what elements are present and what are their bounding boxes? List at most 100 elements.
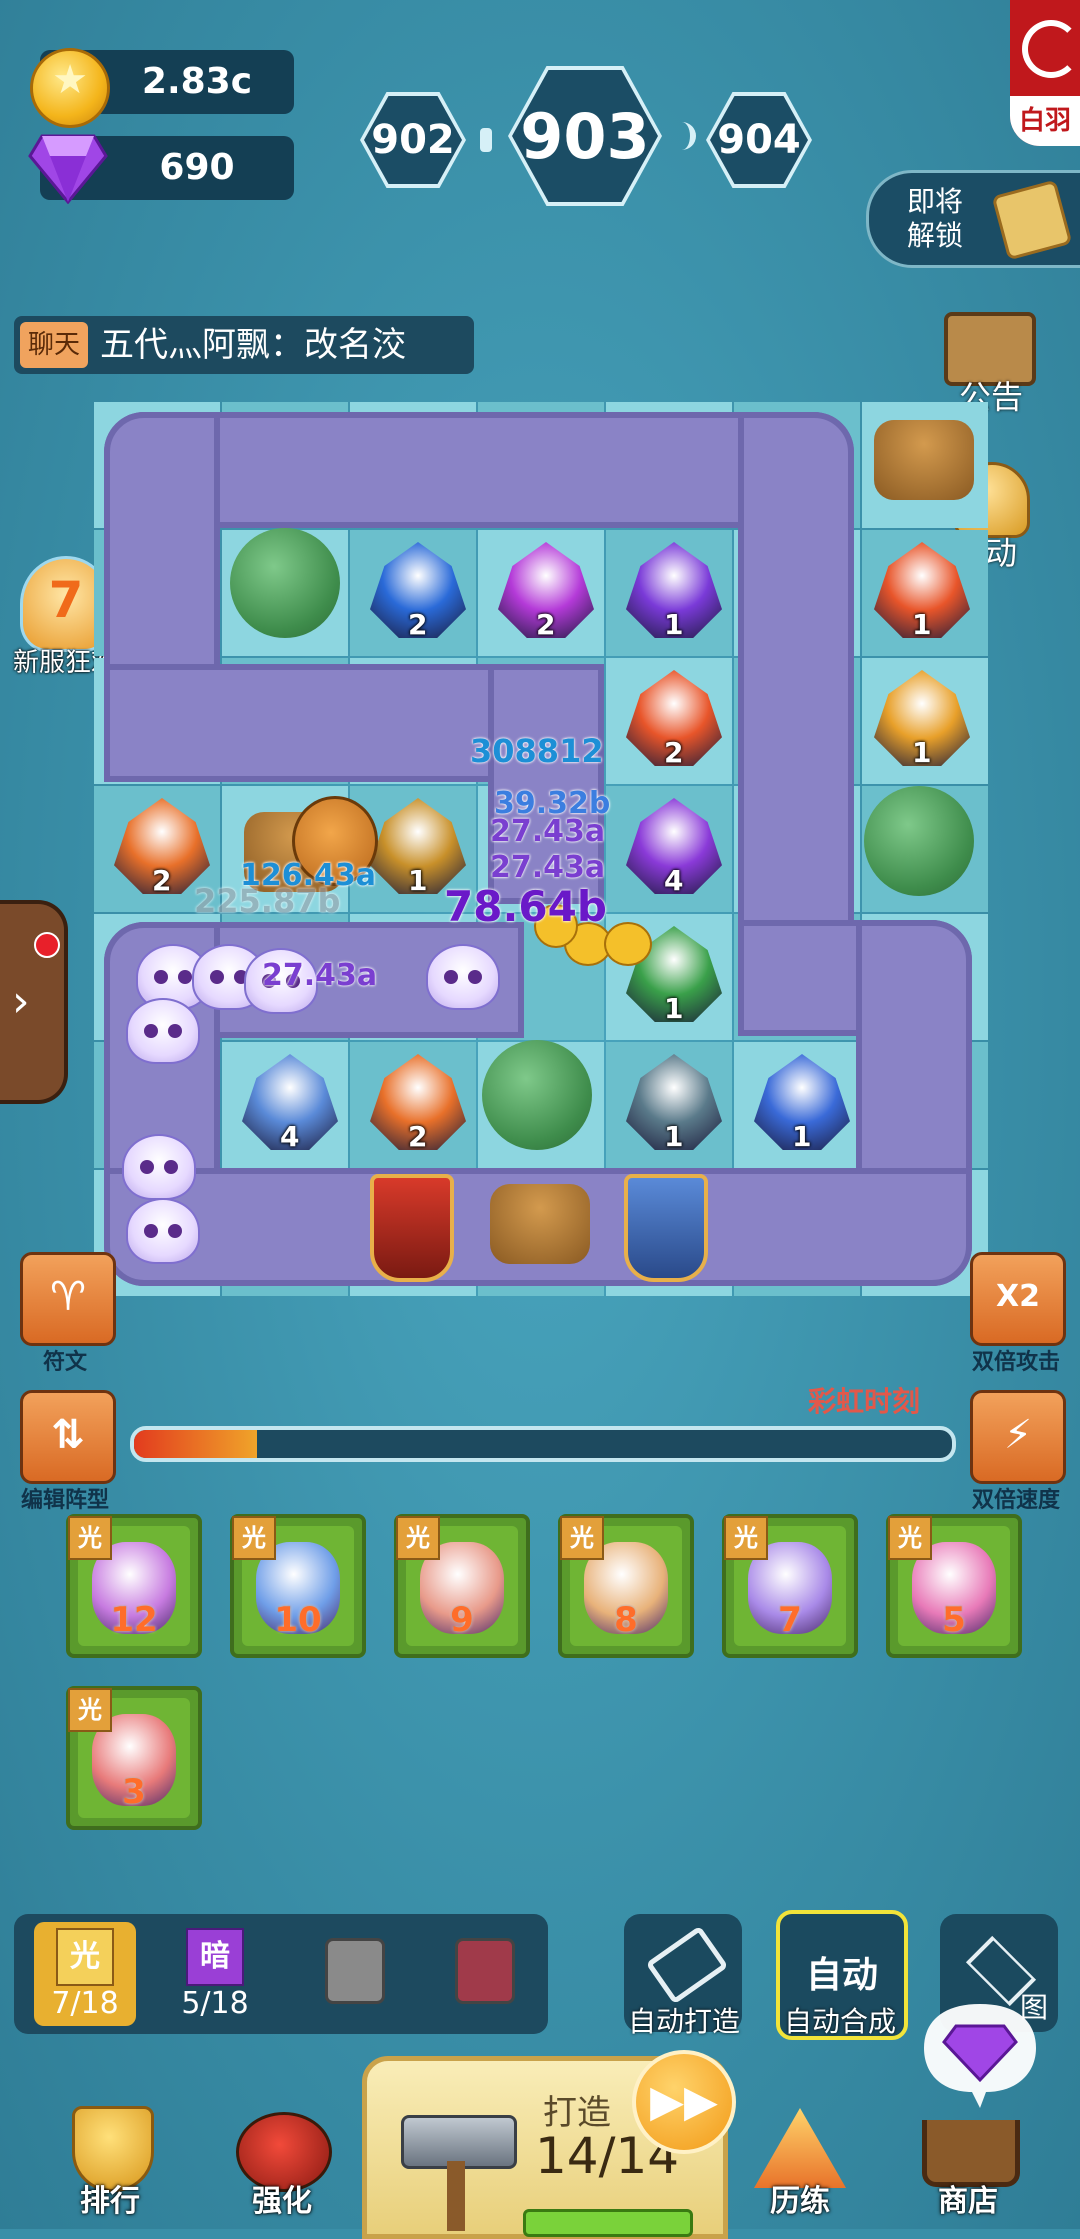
element-locked: [304, 1922, 406, 2026]
merge-card[interactable]: 光3: [66, 1686, 202, 1830]
tower-level: 2: [152, 864, 172, 897]
skull-banner-icon: [370, 1174, 454, 1282]
double-speed-label: 双倍速度: [971, 1488, 1060, 1513]
element-locked: [434, 1922, 536, 2026]
card-number: 10: [274, 1600, 322, 1640]
double-speed-button[interactable]: ⚡: [970, 1390, 1066, 1484]
scroll-icon: [991, 179, 1073, 261]
chat-message: 五代灬阿飘：改名洨: [100, 325, 406, 365]
element-light[interactable]: 光 7/18: [34, 1922, 136, 2026]
element-dark[interactable]: 暗 5/18: [164, 1922, 266, 2026]
tower-level: 2: [536, 608, 556, 641]
merge-card[interactable]: 光8: [558, 1514, 694, 1658]
card-badge: 光: [560, 1516, 604, 1560]
tower-level: 2: [664, 736, 684, 769]
level-prev-label: 902: [364, 96, 462, 184]
light-glyph: 光: [56, 1928, 114, 1986]
card-badge: 光: [888, 1516, 932, 1560]
gold-coin-icon: [30, 48, 110, 128]
tree-obstacle: [230, 528, 340, 638]
card-badge: 光: [396, 1516, 440, 1560]
damage-number: 308812: [470, 732, 604, 770]
card-number: 9: [450, 1600, 474, 1640]
tower-level: 1: [664, 608, 684, 641]
merge-card[interactable]: 光7: [722, 1514, 858, 1658]
enemy-creature: [122, 1134, 196, 1200]
nav-training[interactable]: 历练: [740, 2100, 860, 2220]
merge-card[interactable]: 光 10: [230, 1514, 366, 1658]
chat-bar[interactable]: 聊天 五代灬阿飘：改名洨: [14, 316, 474, 374]
tower-level: 1: [664, 1120, 684, 1153]
rune-label: 符文: [42, 1350, 87, 1375]
dark-count: 5/18: [181, 1986, 249, 2021]
nav-strengthen-label: 强化: [252, 2184, 312, 2219]
nav-strengthen[interactable]: 强化: [222, 2100, 342, 2220]
dark-glyph: 暗: [186, 1928, 244, 1986]
card-number: 8: [614, 1600, 638, 1640]
unlock-soon-button[interactable]: 即将 解锁: [866, 170, 1080, 268]
nav-rank-label: 排行: [80, 2184, 140, 2219]
double-attack-label: 双倍攻击: [971, 1350, 1060, 1375]
auto-merge-btn-text: 自动: [805, 1955, 878, 1996]
light-count: 7/18: [51, 1986, 119, 2021]
app-logo: 白羽: [1010, 0, 1080, 146]
tower-level: 4: [280, 1120, 300, 1153]
double-attack-button[interactable]: X2: [970, 1252, 1066, 1346]
ram-icon: ♈: [50, 1274, 86, 1320]
notification-dot: [34, 932, 60, 958]
tower-level: 2: [408, 1120, 428, 1153]
hammer-icon: [645, 1925, 729, 2005]
tower-level: 4: [664, 864, 684, 897]
nav-training-label: 历练: [770, 2184, 830, 2219]
tower-level: 1: [912, 736, 932, 769]
fast-forward-button[interactable]: ▶▶: [632, 2050, 736, 2154]
forge-progress-bar: [523, 2209, 693, 2237]
merge-card[interactable]: 光5: [886, 1514, 1022, 1658]
nav-shop-label: 商店: [938, 2184, 998, 2219]
damage-number: 225.87b: [194, 882, 341, 920]
logo-swirl-icon: [1022, 20, 1080, 78]
tower-level: 2: [408, 608, 428, 641]
chat-tag: 聊天: [20, 322, 88, 368]
stump-obstacle: [874, 420, 974, 500]
chevron-right-icon: ›: [12, 976, 30, 1027]
auto-forge-label: 自动打造: [627, 2005, 740, 2038]
stump-obstacle: [490, 1184, 590, 1264]
rainbow-progress-bar: [130, 1426, 956, 1462]
enemy-creature: [426, 944, 500, 1010]
shield-banner-icon: [624, 1174, 708, 1282]
card-badge: 光: [232, 1516, 276, 1560]
formation-button[interactable]: ⇅: [20, 1390, 116, 1484]
forge-hammer-handle: [447, 2161, 465, 2231]
loop-arrows-icon: ⇅: [51, 1412, 85, 1458]
nav-rank[interactable]: 排行: [50, 2100, 170, 2220]
merge-card[interactable]: 光 12: [66, 1514, 202, 1658]
enemy-creature: [126, 1198, 200, 1264]
element-panel: 光 7/18 暗 5/18: [14, 1914, 548, 2034]
tower-level: 1: [408, 864, 428, 897]
card-badge: 光: [724, 1516, 768, 1560]
tower-level: 1: [664, 992, 684, 1025]
gem-icon: [28, 134, 108, 204]
tower-level: 1: [912, 608, 932, 641]
rune-button[interactable]: ♈: [20, 1252, 116, 1346]
damage-number: 27.43a: [490, 850, 606, 885]
fast-forward-icon: ▶▶: [650, 2076, 718, 2127]
card-badge: 光: [68, 1516, 112, 1560]
lock-icon: [455, 1938, 515, 2004]
nav-shop[interactable]: 商店: [908, 2100, 1028, 2220]
tree-obstacle: [864, 786, 974, 896]
merge-card[interactable]: 光9: [394, 1514, 530, 1658]
lightning-icon: ⚡: [1003, 1412, 1033, 1458]
level-current-label: 903: [512, 70, 658, 202]
level-next-label: 904: [710, 96, 808, 184]
drawer-toggle[interactable]: ›: [0, 900, 68, 1104]
game-board: 22112121414211 308812 39.32b 27.43a 27.4…: [94, 402, 988, 1296]
card-number: 7: [778, 1600, 802, 1640]
lock-icon: [325, 1938, 385, 2004]
coin-drop-icon: [604, 922, 652, 966]
damage-number-critical: 78.64b: [444, 882, 607, 931]
level-connector: [480, 128, 492, 152]
rainbow-progress-fill: [134, 1430, 257, 1458]
tree-obstacle: [482, 1040, 592, 1150]
